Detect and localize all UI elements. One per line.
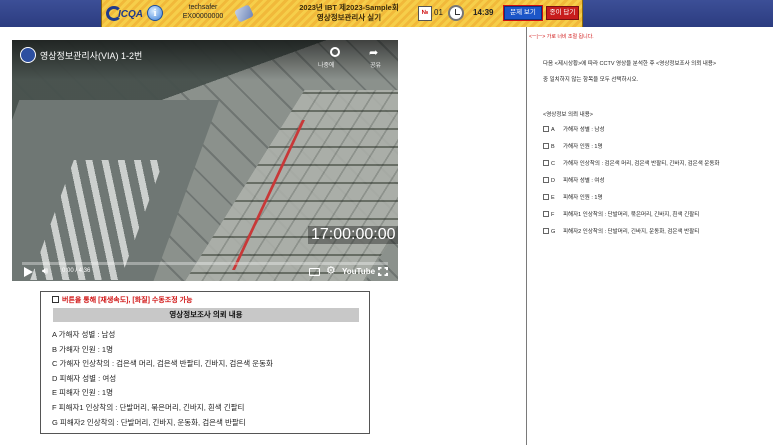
option-text: 가해자 인상착의 : 검은색 머리, 검은색 반팔티, 긴바지, 검은색 운동화 xyxy=(563,161,720,167)
list-item: B 가해자 인원 : 1명 xyxy=(52,344,113,354)
panel-resize-divider[interactable] xyxy=(526,27,527,445)
checkbox[interactable] xyxy=(543,177,549,183)
checkbox[interactable] xyxy=(543,126,549,132)
channel-avatar[interactable] xyxy=(20,47,36,63)
option-g[interactable]: G 피해자2 인상착의 : 단발머리, 긴바지, 운동화, 검은색 반팔티 xyxy=(543,228,720,245)
option-b[interactable]: B 가해자 인원 : 1명 xyxy=(543,143,720,160)
checkbox[interactable] xyxy=(543,143,549,149)
option-letter: B xyxy=(551,144,555,150)
watch-later-icon[interactable] xyxy=(330,47,340,57)
exam-title-line1: 2023년 IBT 제2023-Sample회 xyxy=(299,3,399,12)
question-number-icon: № xyxy=(418,6,432,21)
icqa-logo: ICQA xyxy=(106,4,146,23)
list-item: C 가해자 인상착의 : 검은색 머리, 검은색 반팔티, 긴바지, 검은색 운… xyxy=(52,359,273,369)
answer-options: A 가해자 성별 : 남성 B 가해자 인원 : 1명 C 가해자 인상착의 : 검은… xyxy=(543,126,720,245)
play-icon[interactable] xyxy=(24,267,33,277)
list-item: E 피해자 인원 : 1명 xyxy=(52,388,113,398)
checkbox[interactable] xyxy=(543,160,549,166)
option-text: 가해자 인원 : 1명 xyxy=(563,144,603,150)
video-title[interactable]: 영상정보관리사(VIA) 1-2번 xyxy=(40,49,142,62)
question-line-1: 다음 <제시상황>에 따라 CCTV 영상을 분석한 후 <영상정보조사 의뢰 … xyxy=(543,61,717,67)
option-letter: C xyxy=(551,161,555,167)
option-letter: F xyxy=(551,212,555,218)
option-letter: E xyxy=(551,195,555,201)
youtube-logo[interactable]: YouTube xyxy=(342,267,375,276)
checkbox[interactable] xyxy=(543,228,549,234)
resize-hint: <ㅡ|ㅡ> 가로 너비 조절 됩니다. xyxy=(529,34,594,40)
option-text: 피해자 인원 : 1명 xyxy=(563,195,603,201)
request-list: A 가해자 성별 : 남성 B 가해자 인원 : 1명 C 가해자 인상착의 :… xyxy=(52,328,273,430)
option-text: 피해자1 인상착의 : 단발머리, 묶은머리, 긴바지, 흰색 긴팔티 xyxy=(563,212,700,218)
user-name: techsafer xyxy=(188,4,218,11)
list-item: F 피해자1 인상착의 : 단발머리, 묶은머리, 긴바지, 흰색 긴팔티 xyxy=(52,402,245,412)
playback-hint: 버튼을 통해 [재생속도], [화질] 수동조정 가능 xyxy=(52,295,192,305)
section-label: <영상정보 의뢰 내용> xyxy=(543,112,593,118)
paper-answer-button[interactable]: 종이 답기 xyxy=(546,6,579,20)
video-player[interactable]: 영상정보관리사(VIA) 1-2번 ➦ 나중에 공유 17:00:00:00 🔊… xyxy=(12,40,398,281)
option-letter: G xyxy=(551,229,556,235)
request-content-box: 버튼을 통해 [재생속도], [화질] 수동조정 가능 영상정보조사 의뢰 내용… xyxy=(40,291,370,434)
option-text: 가해자 성별 : 남성 xyxy=(563,127,605,133)
playback-hint-text: 버튼을 통해 [재생속도], [화질] 수동조정 가능 xyxy=(62,297,193,304)
view-question-button[interactable]: 문제 보기 xyxy=(503,5,543,21)
watch-later-label: 나중에 xyxy=(318,63,335,69)
user-info: techsafer EX00000000 xyxy=(176,3,230,21)
list-item: D 피해자 성별 : 여성 xyxy=(52,373,117,383)
share-icon[interactable]: ➦ xyxy=(369,46,378,59)
option-text: 피해자2 인상착의 : 단발머리, 긴바지, 운동화, 검은색 반팔티 xyxy=(563,229,700,235)
list-item: A 가해자 성별 : 남성 xyxy=(52,330,116,339)
option-text: 피해자 성별 : 여성 xyxy=(563,178,605,184)
hint-icon xyxy=(52,296,59,303)
share-label: 공유 xyxy=(370,63,382,69)
checkbox[interactable] xyxy=(543,211,549,217)
logo-text: ICQA xyxy=(118,9,143,20)
option-letter: D xyxy=(551,178,555,184)
option-f[interactable]: F 피해자1 인상착의 : 단발머리, 묶은머리, 긴바지, 흰색 긴팔티 xyxy=(543,211,720,228)
question-line-2: 중 일치하지 않는 항목을 모두 선택하시오. xyxy=(543,77,639,83)
option-d[interactable]: D 피해자 성별 : 여성 xyxy=(543,177,720,194)
option-a[interactable]: A 가해자 성별 : 남성 xyxy=(543,126,720,143)
exam-title: 2023년 IBT 제2023-Sample회 영상정보관리사 실기 xyxy=(274,3,424,22)
user-id: EX00000000 xyxy=(182,13,224,20)
exam-title-line2: 영상정보관리사 실기 xyxy=(316,12,382,22)
info-icon[interactable]: i xyxy=(147,5,163,21)
cctv-timestamp: 17:00:00:00 xyxy=(308,226,398,244)
request-header: 영상정보조사 의뢰 내용 xyxy=(53,308,359,322)
checkbox[interactable] xyxy=(543,194,549,200)
subtitles-icon[interactable] xyxy=(309,268,320,276)
list-item: G 피해자2 인상착의 : 단발머리, 긴바지, 운동화, 검은색 반팔티 xyxy=(52,417,246,427)
clock-icon xyxy=(448,5,464,21)
option-c[interactable]: C 가해자 인상착의 : 검은색 머리, 검은색 반팔티, 긴바지, 검은색 운동… xyxy=(543,160,720,177)
volume-icon[interactable]: 🔊︎ xyxy=(42,266,48,277)
option-e[interactable]: E 피해자 인원 : 1명 xyxy=(543,194,720,211)
question-number: 01 xyxy=(434,8,443,17)
option-letter: A xyxy=(551,127,555,133)
video-time: 0:00 / 4:36 xyxy=(62,268,91,274)
remaining-time: 14:39 xyxy=(473,8,494,17)
settings-gear-icon[interactable]: ⚙ xyxy=(326,264,336,277)
